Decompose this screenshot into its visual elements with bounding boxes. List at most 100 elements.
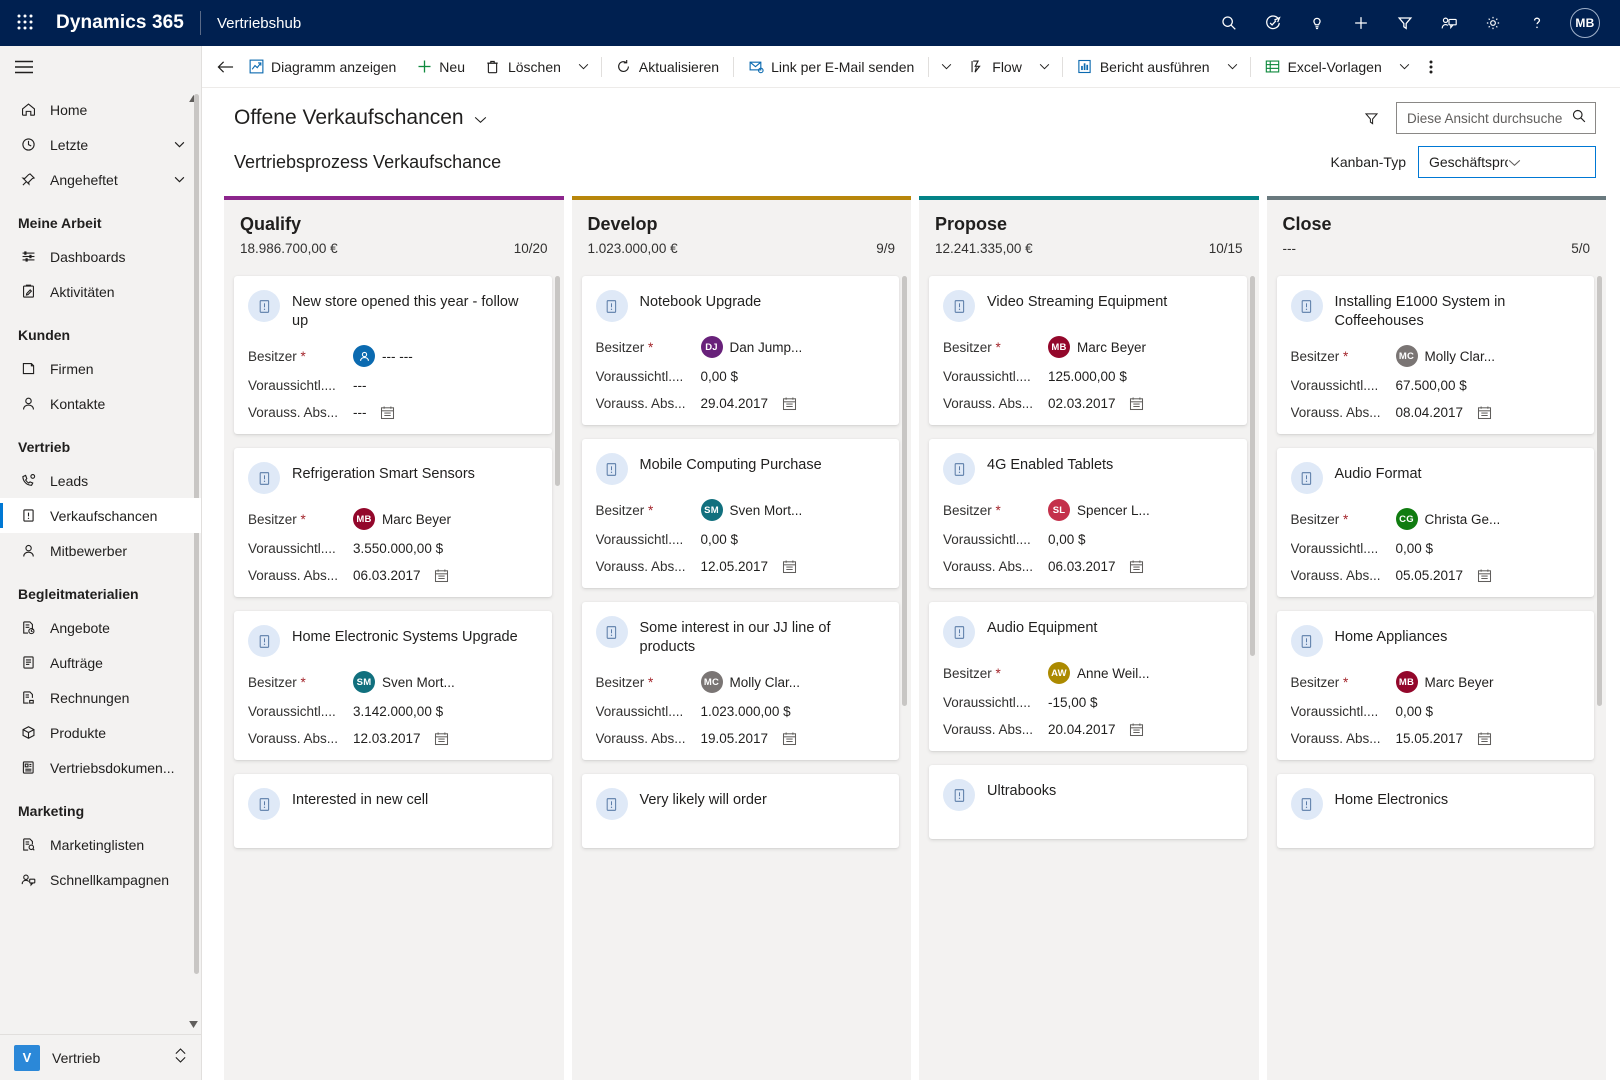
kanban-card-title[interactable]: Home Appliances [1335,625,1448,647]
kanban-card-title[interactable]: Notebook Upgrade [640,290,762,312]
sidebar-item-recent[interactable]: Letzte [0,127,201,162]
hamburger-icon[interactable] [0,46,201,88]
excel-chevron-icon[interactable] [1392,51,1418,83]
kanban-card-title[interactable]: Some interest in our JJ line of products [640,616,884,657]
calendar-icon[interactable] [1476,567,1492,583]
kanban-card-title[interactable]: Ultrabooks [987,779,1056,801]
search-input[interactable] [1407,110,1565,126]
help-question-icon[interactable] [1526,12,1548,34]
kanban-card[interactable]: Audio Equipment Besitzer * AW Anne Weil... V… [929,602,1247,751]
kanban-card[interactable]: Home Appliances Besitzer * MB Marc Beyer Vor… [1276,611,1594,761]
kanban-card-title[interactable]: Very likely will order [640,788,767,810]
quick-create-icon[interactable] [1350,12,1372,34]
report-chevron-icon[interactable] [1220,51,1246,83]
calendar-icon[interactable] [781,558,797,574]
search-icon[interactable] [1571,108,1587,129]
sidebar-item-invoices[interactable]: Rechnungen [0,680,201,715]
view-selector[interactable]: Offene Verkaufschancen [234,106,487,130]
lightbulb-icon[interactable] [1306,12,1328,34]
kanban-card-title[interactable]: Interested in new cell [292,788,428,810]
search-view-box[interactable] [1396,102,1596,134]
filter-icon[interactable] [1394,12,1416,34]
kanban-type-select[interactable]: Geschäftsprozessfluss [1418,146,1596,178]
updown-chevron-icon[interactable] [174,1047,187,1069]
sidebar-item-leads[interactable]: Leads [0,463,201,498]
kanban-card-title[interactable]: Home Electronic Systems Upgrade [292,625,518,647]
relationship-assistant-icon[interactable] [1262,12,1284,34]
sidebar-item-dashboards[interactable]: Dashboards [0,239,201,274]
kanban-card[interactable]: Home Electronics [1276,774,1594,849]
kanban-card-title[interactable]: Home Electronics [1335,788,1449,810]
kanban-card[interactable]: Ultrabooks [929,765,1247,839]
filter-icon[interactable] [1356,103,1386,133]
kanban-card-title[interactable]: Video Streaming Equipment [987,290,1167,312]
kanban-card-title[interactable]: Refrigeration Smart Sensors [292,462,475,484]
chevron-down-icon[interactable] [474,106,487,130]
chevron-down-icon[interactable] [1508,154,1587,170]
kanban-card[interactable]: Installing E1000 System in Coffeehouses B… [1276,276,1594,435]
kanban-card[interactable]: Notebook Upgrade Besitzer * DJ Dan Jump... V… [581,276,899,425]
sidebar-item-competitors[interactable]: Mitbewerber [0,533,201,568]
assistant-card-icon[interactable] [1438,12,1460,34]
brand-title[interactable]: Dynamics 365 [50,12,184,34]
show-chart-button[interactable]: Diagramm anzeigen [238,51,406,83]
kanban-card[interactable]: Very likely will order [581,774,899,849]
sidebar-item-contacts[interactable]: Kontakte [0,386,201,421]
delete-overflow-chevron-icon[interactable] [571,51,597,83]
back-arrow-icon[interactable] [212,51,238,83]
calendar-icon[interactable] [1129,558,1145,574]
settings-gear-icon[interactable] [1482,12,1504,34]
calendar-icon[interactable] [781,730,797,746]
kanban-card[interactable]: Home Electronic Systems Upgrade Besitzer … [234,611,552,761]
email-overflow-chevron-icon[interactable] [933,51,959,83]
kanban-card[interactable]: Mobile Computing Purchase Besitzer * SM Sve… [581,439,899,588]
refresh-button[interactable]: Aktualisieren [606,51,729,83]
kanban-card-title[interactable]: Audio Format [1335,462,1422,484]
sidebar-item-pinned[interactable]: Angeheftet [0,162,201,197]
kanban-card[interactable]: 4G Enabled Tablets Besitzer * SL Spencer L.… [929,439,1247,588]
kanban-column-scrollbar[interactable] [1597,276,1602,706]
sidebar-item-home[interactable]: Home [0,92,201,127]
kanban-column-scrollbar[interactable] [554,276,560,486]
kanban-card[interactable]: Audio Format Besitzer * CG Christa Ge... Vor… [1276,448,1594,598]
calendar-icon[interactable] [434,567,450,583]
kanban-card[interactable]: Interested in new cell [234,774,552,849]
calendar-icon[interactable] [380,404,396,420]
calendar-icon[interactable] [781,395,797,411]
sidebar-item-marketing-lists[interactable]: Marketinglisten [0,827,201,862]
flow-button[interactable]: Flow [959,51,1032,83]
kanban-card[interactable]: Refrigeration Smart Sensors Besitzer * MB M… [234,448,552,598]
more-vertical-icon[interactable] [1418,51,1444,83]
app-name[interactable]: Vertriebshub [217,15,301,32]
sidebar-item-accounts[interactable]: Firmen [0,351,201,386]
sidebar-item-sales-literature[interactable]: Vertriebsdokumen... [0,750,201,785]
new-button[interactable]: Neu [406,51,475,83]
delete-button[interactable]: Löschen [475,51,571,83]
run-report-button[interactable]: Bericht ausführen [1067,51,1220,83]
kanban-card-title[interactable]: Mobile Computing Purchase [640,453,822,475]
sidebar-item-orders[interactable]: Aufträge [0,645,201,680]
kanban-column-scrollbar[interactable] [1249,276,1255,656]
sidebar-item-products[interactable]: Produkte [0,715,201,750]
search-icon[interactable] [1218,12,1240,34]
calendar-icon[interactable] [434,730,450,746]
send-email-link-button[interactable]: Link per E-Mail senden [738,51,924,83]
kanban-column-scrollbar[interactable] [902,276,907,706]
chevron-down-icon[interactable] [171,141,187,148]
app-switcher[interactable]: V Vertrieb [0,1034,201,1080]
sidebar-item-activities[interactable]: Aktivitäten [0,274,201,309]
kanban-card-title[interactable]: New store opened this year - follow up [292,290,536,331]
calendar-icon[interactable] [1476,404,1492,420]
kanban-card[interactable]: Some interest in our JJ line of products… [581,602,899,761]
calendar-icon[interactable] [1129,721,1145,737]
sidebar-item-quotes[interactable]: Angebote [0,610,201,645]
sidebar-item-quick-campaigns[interactable]: Schnellkampagnen [0,862,201,897]
kanban-card[interactable]: New store opened this year - follow up Be… [234,276,552,435]
excel-templates-button[interactable]: Excel-Vorlagen [1255,51,1392,83]
sidebar-item-opportunities[interactable]: Verkaufschancen [0,498,201,533]
app-launcher-icon[interactable] [16,13,50,33]
sidebar-scroll-down-arrow[interactable] [185,1016,201,1032]
flow-chevron-icon[interactable] [1032,51,1058,83]
kanban-card-title[interactable]: Installing E1000 System in Coffeehouses [1335,290,1579,331]
user-avatar[interactable]: MB [1570,8,1600,38]
